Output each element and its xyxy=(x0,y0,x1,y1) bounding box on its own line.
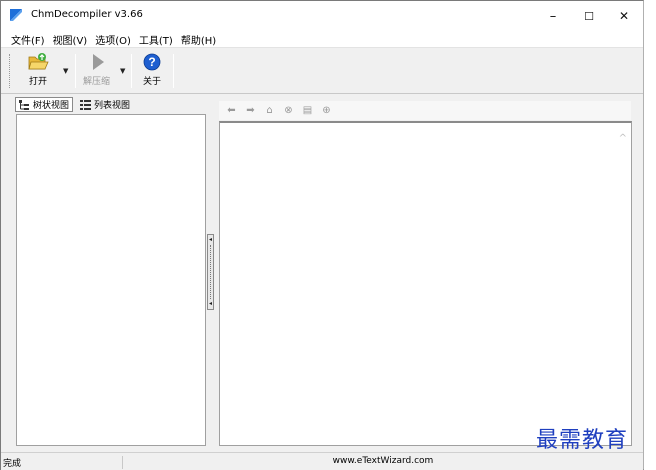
folder-open-icon xyxy=(28,53,49,70)
play-icon xyxy=(92,54,104,70)
list-icon xyxy=(80,99,92,110)
tab-tree-view[interactable]: 树状视图 xyxy=(15,97,74,112)
tab-list-view[interactable]: 列表视图 xyxy=(77,97,133,112)
open-label: 打开 xyxy=(28,77,47,87)
splitter-arrow-icon[interactable]: ◂ xyxy=(209,301,212,307)
home-icon[interactable]: ⌂ xyxy=(261,104,278,118)
maximize-button[interactable]: ☐ xyxy=(571,1,607,31)
extract-dropdown-icon[interactable]: ▼ xyxy=(120,67,125,75)
menu-file[interactable]: 文件(F) xyxy=(7,32,49,47)
extract-label: 解压缩 xyxy=(83,77,111,87)
status-bar: 完成 www.eTextWizard.com xyxy=(1,452,643,470)
toolbar: 打开 ▼ 解压缩 ▼ ? 关于 xyxy=(1,48,643,94)
tab-tree-view-label: 树状视图 xyxy=(33,101,70,111)
tree-view-panel[interactable] xyxy=(16,114,206,446)
status-text: 完成 xyxy=(3,456,123,469)
extract-button[interactable]: 解压缩 xyxy=(83,52,110,90)
back-icon[interactable]: ⬅ xyxy=(223,104,240,118)
minimize-icon: – xyxy=(549,8,557,24)
maximize-icon: ☐ xyxy=(584,9,594,23)
toolbar-separator xyxy=(173,54,174,88)
website-link[interactable]: www.eTextWizard.com xyxy=(125,456,641,466)
splitter-arrow-icon[interactable]: ◂ xyxy=(209,237,212,243)
help-icon: ? xyxy=(143,53,161,71)
about-label: 关于 xyxy=(142,77,161,87)
minimize-button[interactable]: – xyxy=(535,1,571,31)
open-dropdown-icon[interactable]: ▼ xyxy=(63,67,68,75)
menu-help[interactable]: 帮助(H) xyxy=(177,32,220,47)
about-button[interactable]: ? 关于 xyxy=(141,52,163,90)
pane-splitter[interactable]: ◂ ◂ xyxy=(207,234,214,310)
watermark-text: 最需教育 xyxy=(536,428,629,453)
toolbar-separator xyxy=(75,54,76,88)
menu-tools[interactable]: 工具(T) xyxy=(135,32,177,47)
scroll-up-icon[interactable]: ^ xyxy=(619,133,627,144)
toolbar-separator xyxy=(131,54,132,88)
close-button[interactable]: ✕ xyxy=(606,1,642,31)
open-button[interactable]: 打开 xyxy=(27,52,49,90)
svg-text:?: ? xyxy=(148,55,155,69)
forward-icon[interactable]: ➡ xyxy=(242,104,259,118)
app-window: ChmDecompiler v3.66 – ☐ ✕ 文件(F) 视图(V) 选项… xyxy=(0,0,644,470)
toolbar-grip[interactable] xyxy=(9,54,12,88)
stop-icon[interactable]: ⊗ xyxy=(280,104,297,118)
menu-bar: 文件(F) 视图(V) 选项(O) 工具(T) 帮助(H) xyxy=(1,31,643,48)
close-icon: ✕ xyxy=(618,9,630,23)
menu-options[interactable]: 选项(O) xyxy=(91,32,135,47)
view-tabs: 树状视图 列表视图 xyxy=(15,97,137,113)
tab-list-view-label: 列表视图 xyxy=(94,101,131,111)
title-bar[interactable]: ChmDecompiler v3.66 – ☐ ✕ xyxy=(1,1,643,31)
print-icon[interactable]: ▤ xyxy=(299,104,316,118)
browser-toolbar: ⬅ ➡ ⌂ ⊗ ▤ ⊕ xyxy=(219,101,631,120)
menu-view[interactable]: 视图(V) xyxy=(49,32,92,47)
content-viewer[interactable]: ^ xyxy=(219,121,632,446)
splitter-grip xyxy=(210,245,211,299)
zoom-icon[interactable]: ⊕ xyxy=(318,104,335,118)
tree-icon xyxy=(19,99,29,110)
app-logo-icon xyxy=(10,9,22,21)
window-title: ChmDecompiler v3.66 xyxy=(31,9,143,20)
